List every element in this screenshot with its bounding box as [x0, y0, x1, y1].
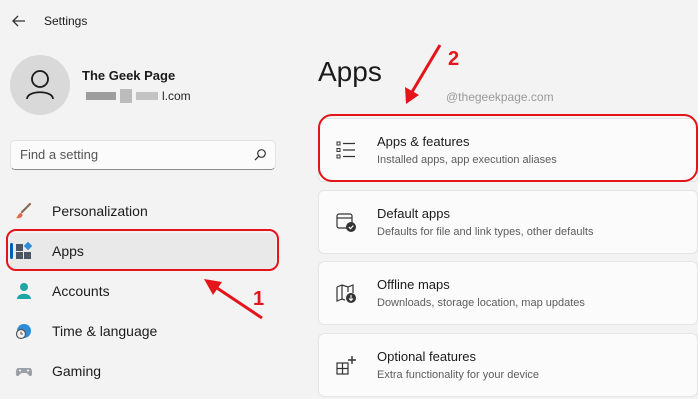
- annotation-marker-2: 2: [448, 48, 460, 70]
- arrow-1-head: [204, 279, 222, 295]
- arrow-2-line: [410, 44, 442, 93]
- annotation-arrows: [204, 44, 442, 320]
- annotation-marker-1: 1: [253, 288, 265, 310]
